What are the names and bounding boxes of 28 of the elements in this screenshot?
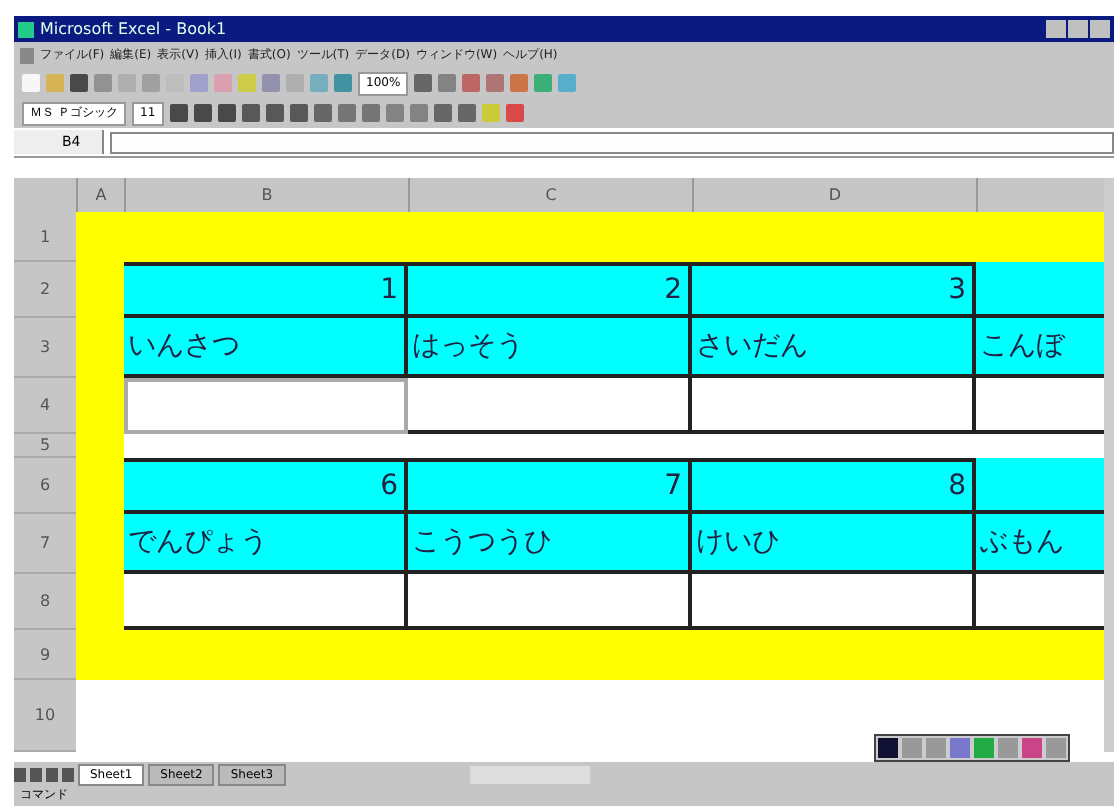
row-header[interactable]: 6 [14,458,76,514]
horizontal-scrollbar[interactable] [469,765,590,783]
table-cell: はっそう [408,318,692,378]
table-cell: 6 [124,458,408,514]
table-cell: いんさつ [124,318,408,378]
row-header[interactable]: 5 [14,434,76,458]
window-title: Microsoft Excel - Book1 [40,20,227,38]
table-cell: 8 [692,458,976,514]
table-cell: さいだん [692,318,976,378]
row-header[interactable]: 1 [14,212,76,262]
table-cell: 1 [124,262,408,318]
table-cell: 3 [692,262,976,318]
table-cell: でんぴょう [124,514,408,574]
table-cell: 2 [408,262,692,318]
row-header[interactable]: 4 [14,378,76,434]
excel-icon [18,21,34,37]
table-cell: けいひ [692,514,976,574]
row-header[interactable]: 7 [14,514,76,574]
row-header[interactable]: 2 [14,262,76,318]
table-cell: 7 [408,458,692,514]
formula-field[interactable] [110,131,1114,153]
sheet-icon[interactable] [20,47,34,63]
row-header[interactable]: 10 [14,680,76,752]
table-cell: こうつうひ [408,514,692,574]
row-header[interactable]: 8 [14,574,76,630]
row-header[interactable]: 9 [14,630,76,680]
row-header[interactable]: 3 [14,318,76,378]
vertical-scrollbar[interactable] [1104,178,1114,752]
